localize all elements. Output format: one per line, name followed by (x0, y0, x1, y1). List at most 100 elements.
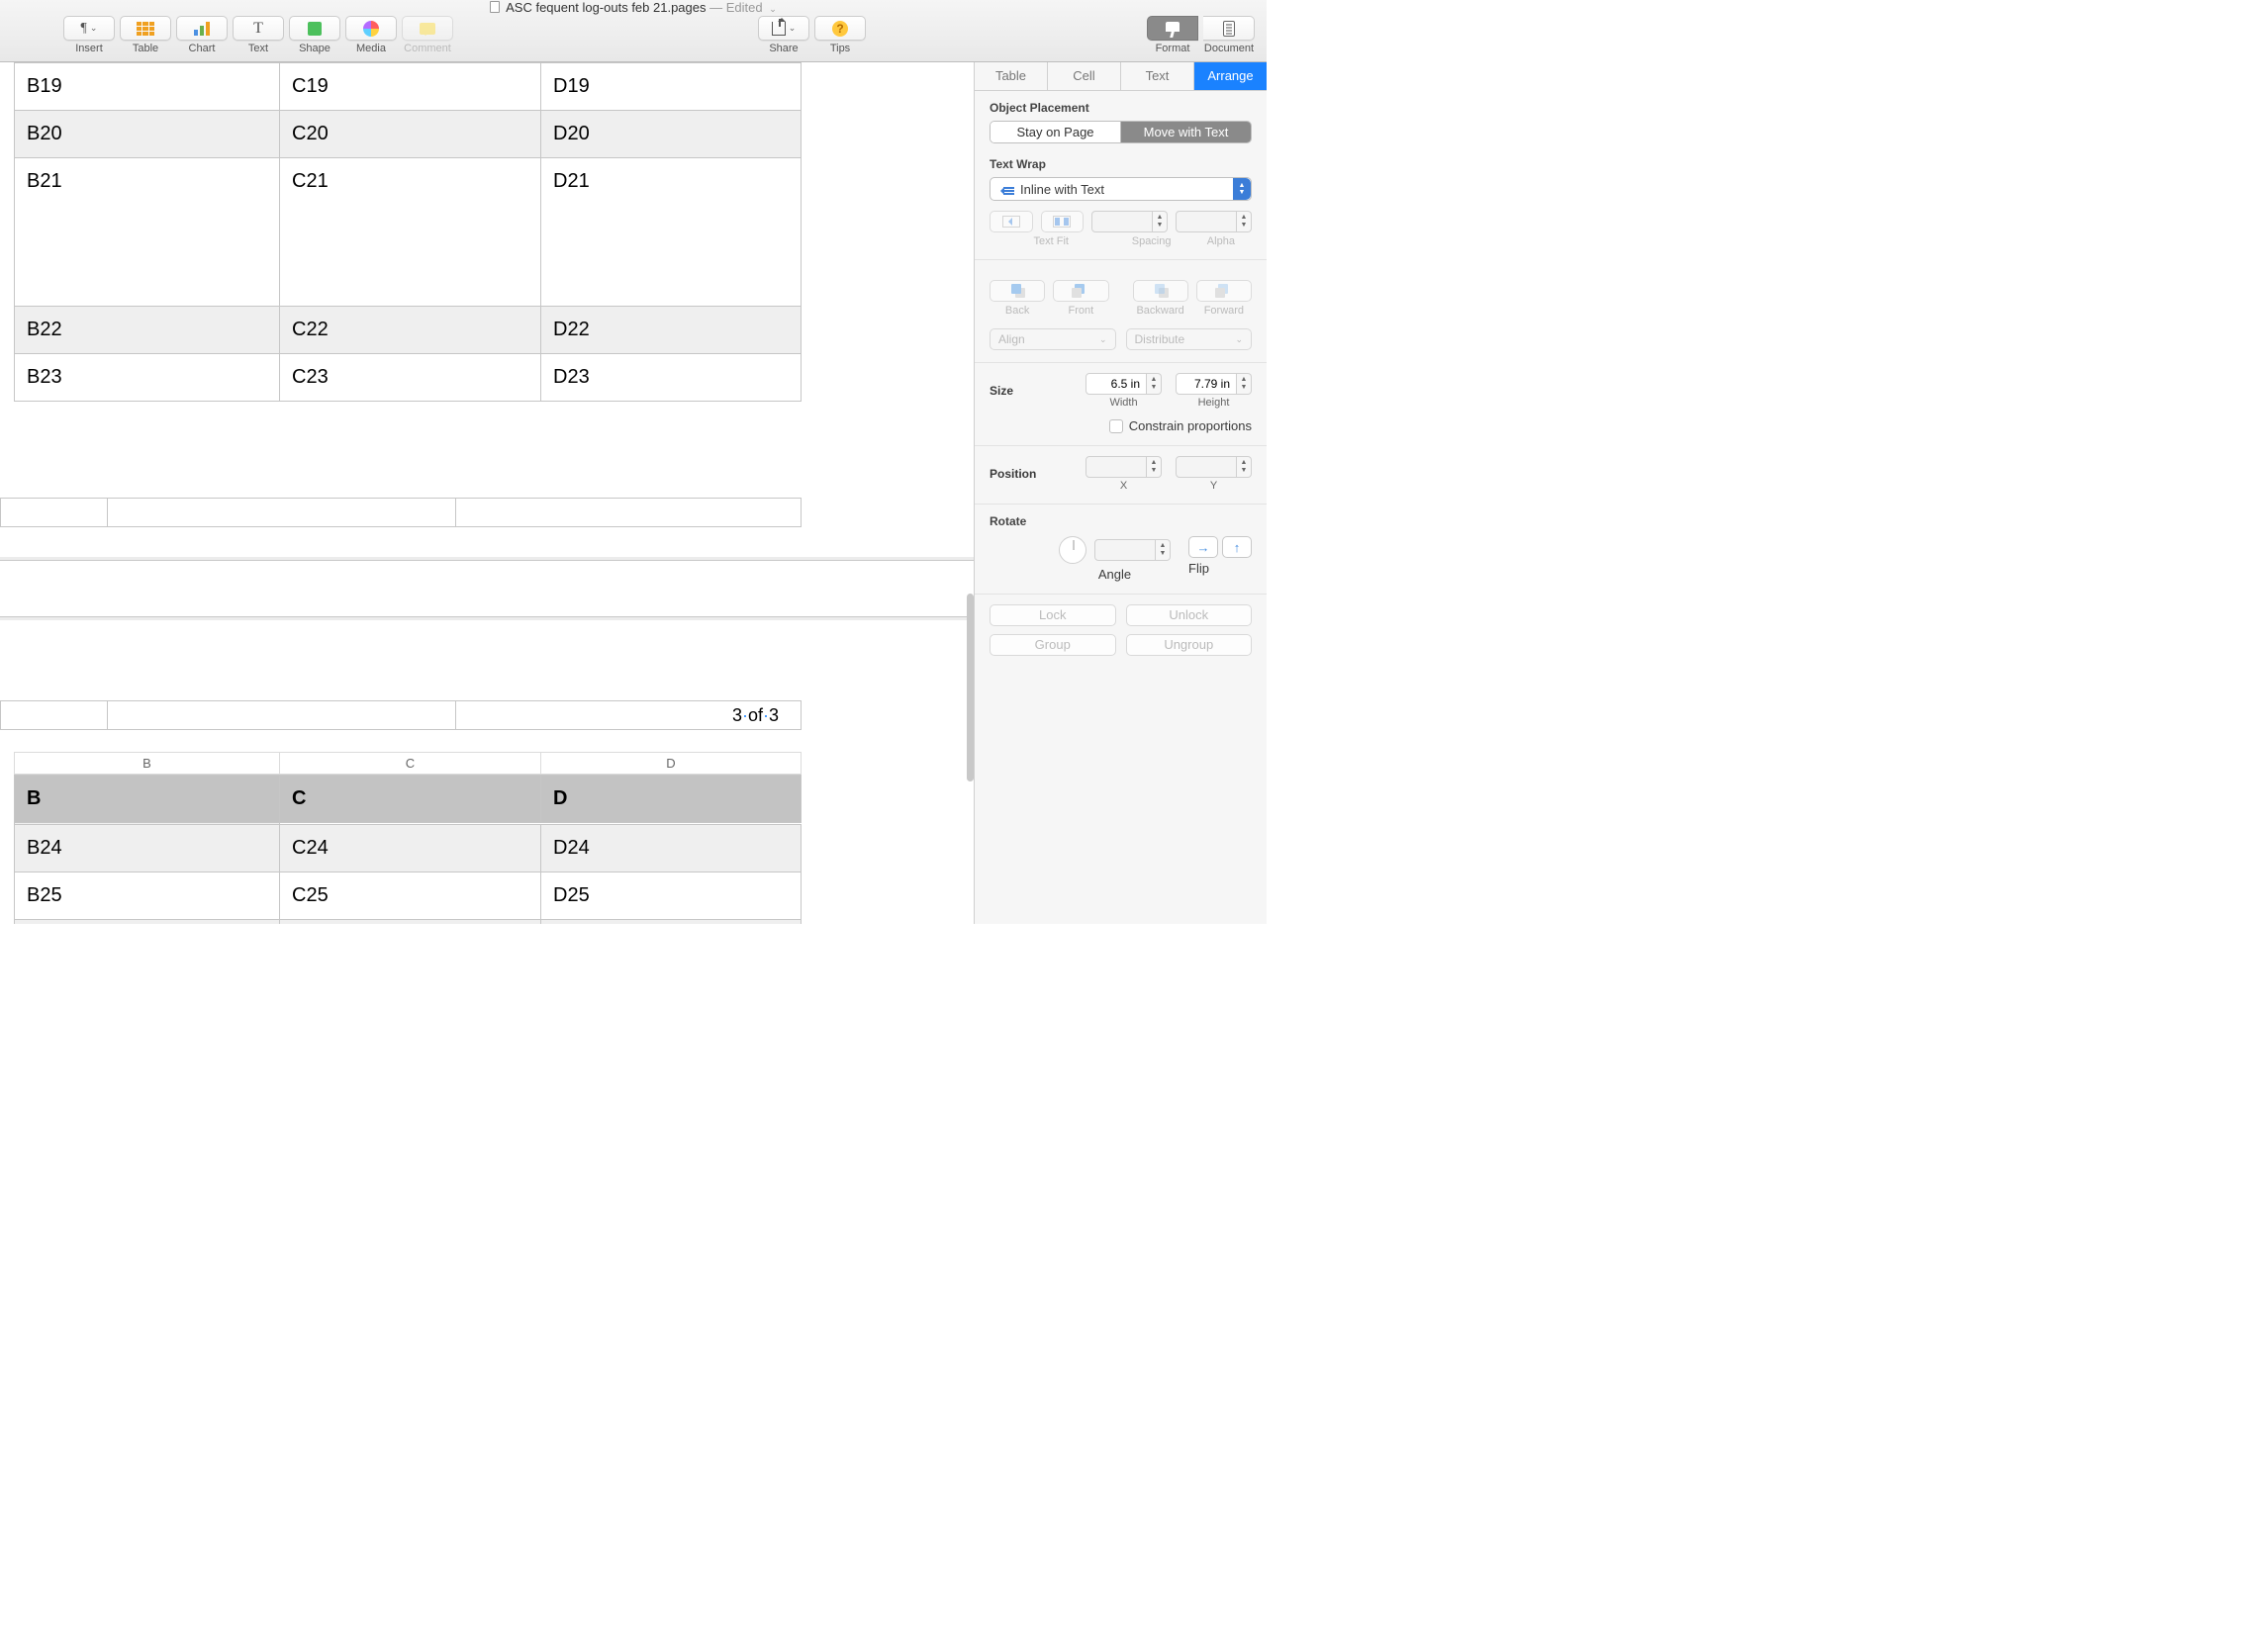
layer-section: Back Front Backward Forward Align⌄ Distr… (975, 260, 1267, 363)
arrow-right-icon: → (1197, 540, 1210, 555)
table-page3-rows[interactable]: B24C24D24 B25C25D25 B26C26D26 (14, 824, 802, 924)
tips-label: Tips (830, 43, 850, 54)
flip-h-button[interactable]: → (1188, 536, 1218, 558)
text-wrap-value: Inline with Text (1020, 182, 1104, 197)
share-button[interactable]: ⌄Share (758, 16, 809, 54)
shape-icon (308, 22, 322, 36)
forward-button (1196, 280, 1252, 302)
media-button[interactable]: Media (345, 16, 397, 54)
height-input[interactable] (1176, 373, 1237, 395)
media-label: Media (356, 43, 386, 54)
align-select: Align⌄ (990, 328, 1116, 350)
insert-button[interactable]: ¶⌄Insert (63, 16, 115, 54)
media-icon (363, 21, 379, 37)
size-section: Size ▲▼Width ▲▼Height Constrain proporti… (975, 363, 1267, 446)
document-canvas[interactable]: B19C19D19 B20C20D20 B21C21D21 B22C22D22 … (0, 62, 974, 924)
constrain-check[interactable]: Constrain proportions (990, 418, 1252, 433)
placement-segmented: Stay on Page Move with Text (990, 121, 1252, 143)
width-input[interactable] (1086, 373, 1147, 395)
table-button[interactable]: Table (120, 16, 171, 54)
format-label: Format (1156, 43, 1190, 54)
tab-cell[interactable]: Cell (1048, 62, 1121, 90)
updown-icon: ▲▼ (1233, 178, 1251, 200)
alpha-input (1176, 211, 1237, 232)
position-section: Position ▲▼X ▲▼Y (975, 446, 1267, 505)
rotate-dial (1059, 536, 1086, 564)
spacing-input (1091, 211, 1153, 232)
edited-badge: — Edited (709, 0, 762, 15)
alpha-stepper: ▲▼ (1176, 211, 1252, 232)
text-icon: T (253, 20, 263, 38)
doc-name[interactable]: ASC fequent log-outs feb 21.pages (506, 0, 706, 15)
doc-icon (490, 1, 500, 13)
front-icon (1072, 284, 1089, 298)
spacing-label: Spacing (1121, 235, 1182, 247)
format-icon (1166, 22, 1180, 36)
y-stepper: ▲▼ (1176, 456, 1252, 478)
shape-button[interactable]: Shape (289, 16, 340, 54)
size-label: Size (990, 384, 1049, 398)
table-icon (137, 22, 154, 36)
text-fit-button (990, 211, 1033, 232)
tab-text[interactable]: Text (1121, 62, 1194, 90)
tips-icon: ? (832, 21, 848, 37)
footer-row (0, 498, 802, 527)
table-header: BCD (15, 776, 802, 823)
spacing-stepper: ▲▼ (1091, 211, 1168, 232)
angle-stepper: ▲▼ (1094, 539, 1171, 561)
rotate-section: Rotate ▲▼ Angle → ↑ Flip (975, 505, 1267, 595)
arrow-up-icon: ↑ (1234, 540, 1241, 555)
tips-button[interactable]: ? Tips (814, 16, 866, 54)
comment-label: Comment (404, 43, 451, 54)
toolbar: ASC fequent log-outs feb 21.pages — Edit… (0, 0, 1267, 62)
backward-button (1133, 280, 1188, 302)
distribute-select: Distribute⌄ (1126, 328, 1253, 350)
group-button: Group (990, 634, 1116, 656)
move-with-text-button[interactable]: Move with Text (1121, 122, 1251, 142)
ungroup-button: Ungroup (1126, 634, 1253, 656)
object-placement-section: Object Placement Stay on Page Move with … (975, 91, 1267, 260)
forward-icon (1215, 284, 1233, 298)
text-wrap-title: Text Wrap (990, 157, 1252, 171)
chart-button[interactable]: Chart (176, 16, 228, 54)
format-button[interactable]: Format (1147, 16, 1198, 54)
stepper-arrows[interactable]: ▲▼ (1237, 373, 1252, 395)
wrap-mode-row: ▲▼ ▲▼ (990, 211, 1252, 235)
stepper-arrows[interactable]: ▲▼ (1147, 373, 1162, 395)
tab-table[interactable]: Table (975, 62, 1048, 90)
flip-v-button[interactable]: ↑ (1222, 536, 1252, 558)
document-label: Document (1204, 43, 1254, 54)
text-wrap-select[interactable]: Inline with Text ▲▼ (990, 177, 1252, 201)
document-button[interactable]: Document (1203, 16, 1255, 54)
back-icon (1008, 284, 1026, 298)
share-label: Share (769, 43, 798, 54)
stay-on-page-button[interactable]: Stay on Page (991, 122, 1121, 142)
position-label: Position (990, 467, 1049, 481)
lock-button: Lock (990, 604, 1116, 626)
table-label: Table (133, 43, 158, 54)
fit-icon (1002, 216, 1020, 228)
document-icon (1223, 21, 1235, 37)
tab-arrange[interactable]: Arrange (1194, 62, 1267, 90)
width-stepper[interactable]: ▲▼ (1086, 373, 1162, 395)
y-input (1176, 456, 1237, 478)
table-row: B25C25D25 (15, 872, 802, 920)
angle-input (1094, 539, 1156, 561)
unlock-button: Unlock (1126, 604, 1253, 626)
x-stepper: ▲▼ (1086, 456, 1162, 478)
table-row: B24C24D24 (15, 825, 802, 872)
chart-label: Chart (189, 43, 216, 54)
text-button[interactable]: TText (233, 16, 284, 54)
format-inspector: Table Cell Text Arrange Object Placement… (974, 62, 1267, 924)
vertical-scrollbar[interactable] (967, 594, 974, 781)
table-continuation[interactable]: B19C19D19 B20C20D20 B21C21D21 B22C22D22 … (14, 62, 802, 402)
shape-label: Shape (299, 43, 330, 54)
text-fit2-button (1041, 211, 1085, 232)
table-row: B22C22D22 (15, 307, 802, 354)
column-letters[interactable]: BCD (14, 752, 802, 775)
rotate-title: Rotate (990, 514, 1252, 528)
table-row: B19C19D19 (15, 63, 802, 111)
height-stepper[interactable]: ▲▼ (1176, 373, 1252, 395)
checkbox-icon[interactable] (1109, 419, 1123, 433)
pilcrow-icon: ¶ (81, 21, 87, 37)
